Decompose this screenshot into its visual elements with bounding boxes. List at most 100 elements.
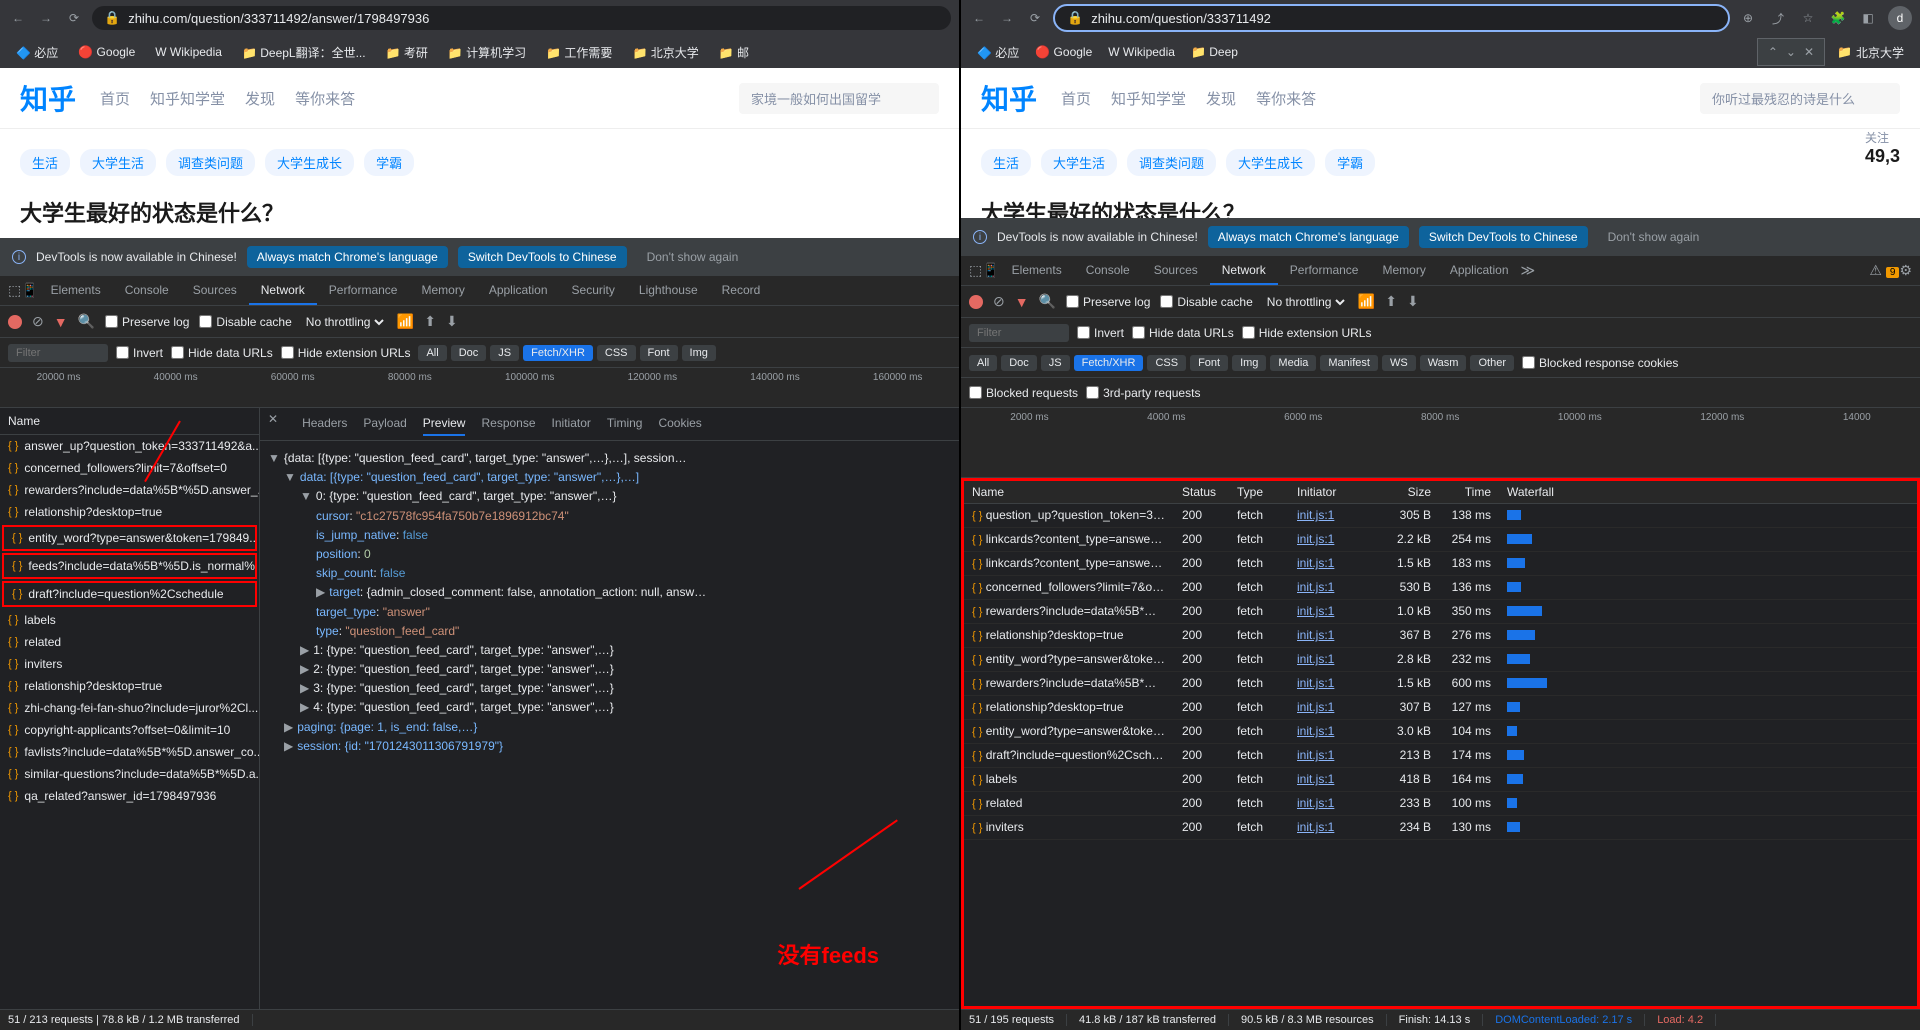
table-row[interactable]: { } question_up?question_token=333...200… <box>964 504 1917 528</box>
request-row[interactable]: { }qa_related?answer_id=1798497936 <box>0 785 259 807</box>
tag-item[interactable]: 生活 <box>981 149 1031 176</box>
tag-item[interactable]: 学霸 <box>364 149 414 176</box>
tag-item[interactable]: 调查类问题 <box>1127 149 1216 176</box>
tab-memory[interactable]: Memory <box>1370 257 1437 285</box>
chip-All[interactable]: All <box>418 345 446 361</box>
switch-chinese-button[interactable]: Switch DevTools to Chinese <box>1419 226 1588 248</box>
tab-performance[interactable]: Performance <box>1278 257 1371 285</box>
table-row[interactable]: { } relationship?desktop=true200fetchini… <box>964 696 1917 720</box>
bookmark-item[interactable]: W Wikipedia <box>147 41 230 63</box>
nav-item[interactable]: 知乎知学堂 <box>150 88 225 109</box>
settings-icon[interactable]: ⚙ <box>1899 262 1912 279</box>
search-icon[interactable]: 🔍 <box>78 313 95 330</box>
tab-security[interactable]: Security <box>560 277 627 305</box>
wifi-icon[interactable]: 📶 <box>397 313 414 330</box>
dont-show-button[interactable]: Don't show again <box>637 246 749 268</box>
inspect-icon[interactable]: ⬚ <box>969 262 982 279</box>
chip-Other[interactable]: Other <box>1470 355 1514 371</box>
chip-All[interactable]: All <box>969 355 997 371</box>
tag-item[interactable]: 大学生活 <box>80 149 156 176</box>
nav-item[interactable]: 发现 <box>1206 88 1236 109</box>
record-button[interactable] <box>8 315 22 329</box>
table-row[interactable]: { } rewarders?include=data%5B*%5D...200f… <box>964 600 1917 624</box>
request-row[interactable]: { }answer_up?question_token=333711492&a.… <box>0 435 259 457</box>
search-input[interactable]: 家境一般如何出国留学 <box>739 83 939 114</box>
detail-tab-response[interactable]: Response <box>481 412 535 436</box>
bookmark-item[interactable]: 📁 考研 <box>378 40 436 65</box>
bookmark-item[interactable]: 📁 Deep <box>1183 40 1246 65</box>
table-row[interactable]: { } related200fetchinit.js:1233 B100 ms <box>964 792 1917 816</box>
chip-Doc[interactable]: Doc <box>451 345 487 361</box>
request-row[interactable]: { }zhi-chang-fei-fan-shuo?include=juror%… <box>0 697 259 719</box>
nav-item[interactable]: 等你来答 <box>295 88 355 109</box>
profile-avatar[interactable]: d <box>1888 6 1912 30</box>
tab-application[interactable]: Application <box>1438 257 1521 285</box>
share-icon[interactable]: ⤴ <box>1768 8 1788 28</box>
match-language-button[interactable]: Always match Chrome's language <box>247 246 448 268</box>
dont-show-button[interactable]: Don't show again <box>1598 226 1710 248</box>
chip-Img[interactable]: Img <box>682 345 716 361</box>
chip-JS[interactable]: JS <box>1041 355 1070 371</box>
chip-Doc[interactable]: Doc <box>1001 355 1037 371</box>
extensions-icon[interactable]: 🧩 <box>1828 8 1848 28</box>
request-row[interactable]: { }draft?include=question%2Cschedule <box>2 581 257 607</box>
detail-tab-headers[interactable]: Headers <box>302 412 347 436</box>
detail-tab-preview[interactable]: Preview <box>423 412 466 436</box>
tab-network[interactable]: Network <box>1210 257 1278 285</box>
tag-item[interactable]: 学霸 <box>1325 149 1375 176</box>
chip-Img[interactable]: Img <box>1232 355 1266 371</box>
chip-Media[interactable]: Media <box>1270 355 1316 371</box>
third-party-checkbox[interactable]: 3rd-party requests <box>1086 386 1200 400</box>
close-detail-button[interactable]: ✕ <box>268 412 278 436</box>
detail-tab-timing[interactable]: Timing <box>607 412 643 436</box>
nav-item[interactable]: 首页 <box>100 88 130 109</box>
tab-memory[interactable]: Memory <box>409 277 476 305</box>
bookmark-item[interactable]: 🔷 必应 <box>8 40 66 65</box>
back-button[interactable]: ← <box>8 8 28 28</box>
hide-ext-urls-checkbox[interactable]: Hide extension URLs <box>1242 326 1372 340</box>
find-next-button[interactable]: ⌄ <box>1786 45 1796 59</box>
timeline[interactable]: 20000 ms40000 ms60000 ms80000 ms100000 m… <box>0 368 959 408</box>
search-icon[interactable]: 🔍 <box>1039 293 1056 310</box>
request-row[interactable]: { }relationship?desktop=true <box>0 675 259 697</box>
request-row[interactable]: { }rewarders?include=data%5B*%5D.answer_… <box>0 479 259 501</box>
inspect-icon[interactable]: ⬚ <box>8 282 21 299</box>
bookmark-item[interactable]: 🔷 必应 <box>969 40 1027 65</box>
request-row[interactable]: { }labels <box>0 609 259 631</box>
tab-sources[interactable]: Sources <box>1142 257 1210 285</box>
nav-item[interactable]: 发现 <box>245 88 275 109</box>
invert-checkbox[interactable]: Invert <box>116 346 163 360</box>
preserve-log-checkbox[interactable]: Preserve log <box>1066 295 1150 309</box>
disable-cache-checkbox[interactable]: Disable cache <box>1160 295 1252 309</box>
blocked-cookies-checkbox[interactable]: Blocked response cookies <box>1522 356 1678 370</box>
timeline[interactable]: 2000 ms4000 ms6000 ms8000 ms10000 ms1200… <box>961 408 1920 478</box>
upload-icon[interactable]: ⬆ <box>424 313 436 330</box>
bookmark-item[interactable]: 📁 计算机学习 <box>440 40 534 65</box>
find-close-button[interactable]: ✕ <box>1804 45 1814 59</box>
throttling-select[interactable]: No throttling <box>1263 294 1348 310</box>
search-input[interactable]: 你听过最残忍的诗是什么 <box>1700 83 1900 114</box>
bookmark-item[interactable]: W Wikipedia <box>1100 40 1183 65</box>
chip-JS[interactable]: JS <box>490 345 519 361</box>
detail-tab-payload[interactable]: Payload <box>363 412 406 436</box>
chip-Fetch/XHR[interactable]: Fetch/XHR <box>1074 355 1144 371</box>
bookmark-item[interactable]: 🔴 Google <box>1027 40 1100 65</box>
disable-cache-checkbox[interactable]: Disable cache <box>199 315 291 329</box>
download-icon[interactable]: ⬇ <box>446 313 458 330</box>
chip-Fetch/XHR[interactable]: Fetch/XHR <box>523 345 593 361</box>
sidepanel-icon[interactable]: ◧ <box>1858 8 1878 28</box>
filter-input[interactable] <box>8 344 108 362</box>
header-waterfall[interactable]: Waterfall <box>1499 481 1917 503</box>
bookmark-item[interactable]: 📁 北京大学 <box>624 40 706 65</box>
bookmark-item[interactable]: 📁 邮 <box>711 40 757 65</box>
table-row[interactable]: { } inviters200fetchinit.js:1234 B130 ms <box>964 816 1917 840</box>
request-row[interactable]: { }related <box>0 631 259 653</box>
table-row[interactable]: { } entity_word?type=answer&token...200f… <box>964 720 1917 744</box>
bookmark-item[interactable]: 🔴 Google <box>70 41 143 63</box>
record-button[interactable] <box>969 295 983 309</box>
tab-record[interactable]: Record <box>710 277 773 305</box>
filter-icon[interactable]: ▼ <box>54 314 68 330</box>
chip-Wasm[interactable]: Wasm <box>1420 355 1467 371</box>
table-row[interactable]: { } rewarders?include=data%5B*%5D...200f… <box>964 672 1917 696</box>
header-initiator[interactable]: Initiator <box>1289 481 1379 503</box>
